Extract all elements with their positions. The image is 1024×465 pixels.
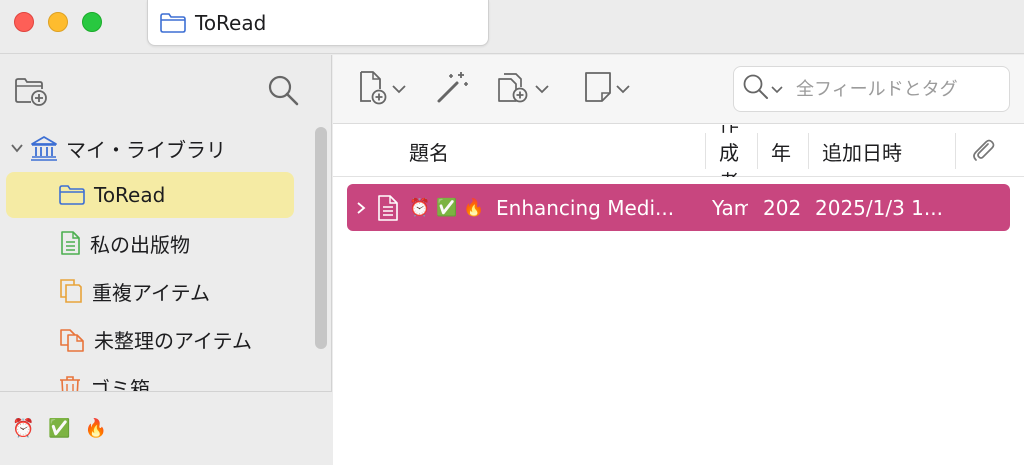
sidebar-item-label: 未整理のアイテム [94, 328, 252, 353]
tag-fire[interactable]: 🔥 [85, 418, 107, 439]
item-title: Enhancing Medi... [496, 195, 675, 220]
tag-alarm: ⏰ [409, 197, 431, 218]
chevron-down-icon [391, 80, 407, 99]
note-icon [583, 69, 615, 109]
document-icon [58, 230, 82, 256]
item-date-added: 2025/1/3 1... [815, 195, 943, 220]
items-toolbar [333, 55, 1024, 124]
column-divider[interactable] [757, 133, 758, 169]
folder-icon [159, 12, 187, 34]
sidebar-item-toread[interactable]: ToRead [6, 172, 294, 218]
tab-title: ToRead [195, 10, 267, 35]
chevron-right-icon[interactable] [355, 184, 367, 231]
column-date-added[interactable]: 追加日時 [822, 125, 902, 177]
chevron-down-icon [770, 80, 784, 99]
new-collection-icon[interactable] [14, 73, 48, 111]
column-creator[interactable]: 作成者 [719, 125, 751, 177]
column-divider[interactable] [705, 133, 706, 169]
zoom-window-button[interactable] [82, 12, 102, 32]
chevron-down-icon[interactable] [10, 141, 24, 155]
sidebar-item-label: マイ・ライブラリ [66, 137, 226, 162]
search-field[interactable] [733, 66, 1010, 112]
tag-alarm[interactable]: ⏰ [12, 418, 34, 439]
column-divider[interactable] [808, 133, 809, 169]
column-title[interactable]: 題名 [409, 125, 449, 177]
column-header: 題名 作成者 年 追加日時 [333, 125, 1024, 177]
new-note-button[interactable] [583, 69, 631, 109]
new-item-icon [357, 69, 391, 109]
sidebar-item-label: ToRead [94, 183, 166, 207]
unfiled-icon [58, 325, 86, 353]
document-icon [376, 184, 400, 231]
column-divider[interactable] [955, 133, 956, 169]
minimize-window-button[interactable] [48, 12, 68, 32]
item-creator: Yam [712, 195, 748, 220]
column-attachments[interactable] [970, 125, 996, 177]
duplicate-icon [58, 278, 84, 304]
library-icon [30, 135, 58, 161]
add-by-identifier-button[interactable] [435, 69, 471, 109]
add-attachment-button[interactable] [496, 69, 550, 109]
close-window-button[interactable] [14, 12, 34, 32]
sidebar-item-my-publications[interactable]: 私の出版物 [58, 220, 190, 266]
sidebar-scrollbar[interactable] [315, 127, 327, 349]
chevron-down-icon [615, 80, 631, 99]
search-icon [742, 73, 770, 105]
sidebar-item-unfiled[interactable]: 未整理のアイテム [58, 316, 252, 362]
item-year: 202 [763, 195, 802, 220]
tag-selector: ⏰ ✅ 🔥 [0, 391, 332, 465]
sidebar-item-duplicates[interactable]: 重複アイテム [58, 268, 210, 314]
chevron-down-icon [534, 80, 550, 99]
magic-wand-icon [435, 69, 471, 109]
sidebar: マイ・ライブラリ ToRead 私の出版物 重複アイテム 未整理のアイテム ゴミ… [0, 55, 332, 465]
sidebar-item-label: 重複アイテム [92, 280, 210, 305]
tag-fire: 🔥 [463, 197, 485, 218]
folder-icon [58, 184, 86, 206]
library-tab[interactable]: ToRead [147, 0, 489, 46]
new-item-button[interactable] [357, 69, 407, 109]
items-pane: 題名 作成者 年 追加日時 ⏰ ✅ [333, 55, 1024, 465]
table-row[interactable]: ⏰ ✅ 🔥 Enhancing Medi... Yam 202 2025/1/3… [347, 184, 1010, 231]
sidebar-item-my-library[interactable]: マイ・ライブラリ [10, 125, 226, 171]
search-icon[interactable] [266, 73, 300, 111]
add-attachment-icon [496, 69, 534, 109]
paperclip-icon [970, 136, 996, 167]
search-input[interactable] [796, 78, 996, 100]
search-mode-dropdown[interactable] [742, 73, 784, 105]
column-year[interactable]: 年 [771, 125, 791, 177]
sidebar-item-label: 私の出版物 [90, 232, 190, 257]
title-bar: ToRead [0, 0, 1024, 54]
sidebar-toolbar [0, 55, 332, 123]
item-tags: ⏰ ✅ 🔥 [409, 184, 485, 231]
tag-check[interactable]: ✅ [48, 418, 70, 439]
tag-check: ✅ [436, 197, 458, 218]
